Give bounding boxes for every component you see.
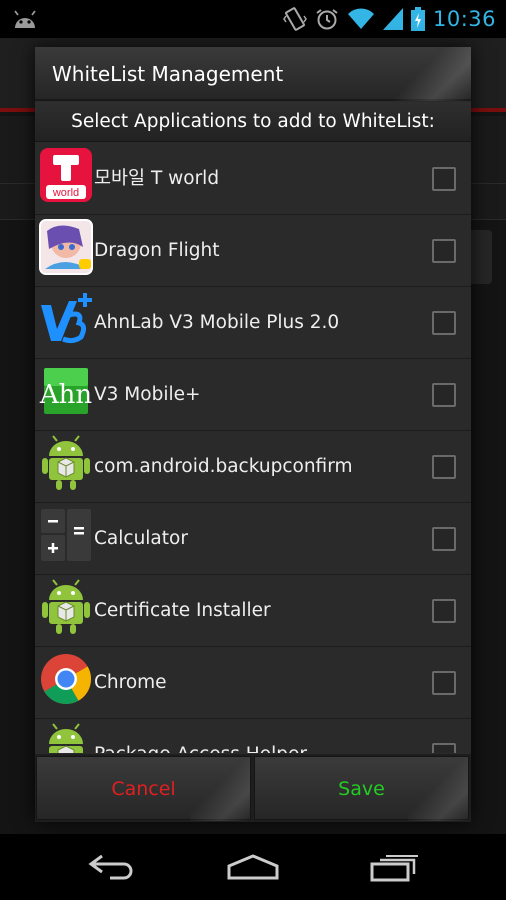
whitelist-checkbox[interactable] xyxy=(432,527,456,551)
android-icon xyxy=(14,10,36,28)
signal-icon xyxy=(382,8,403,30)
app-name: com.android.backupconfirm xyxy=(94,456,353,477)
whitelist-checkbox[interactable] xyxy=(432,311,456,335)
dragon-flight-icon xyxy=(39,219,93,275)
calculator-icon xyxy=(41,509,91,561)
dialog-subtitle: Select Applications to add to WhiteList: xyxy=(35,102,471,142)
list-item[interactable]: com.android.backupconfirm xyxy=(35,431,471,503)
navigation-bar xyxy=(0,834,506,900)
button-gloss xyxy=(408,757,468,821)
ahn-icon: Ahn xyxy=(39,368,92,414)
t-world-icon: world xyxy=(40,148,92,202)
whitelist-checkbox[interactable] xyxy=(432,383,456,407)
svg-text:Ahn: Ahn xyxy=(39,380,92,410)
app-name: Certificate Installer xyxy=(94,600,271,621)
list-item[interactable]: AhnLab V3 Mobile Plus 2.0 xyxy=(35,287,471,359)
save-button[interactable]: Save xyxy=(254,756,469,821)
whitelist-checkbox[interactable] xyxy=(432,743,456,753)
wifi-icon xyxy=(347,8,374,29)
whitelist-dialog: WhiteList Management Select Applications… xyxy=(35,47,471,822)
chrome-icon xyxy=(41,654,91,704)
status-bar: 10:36 xyxy=(0,0,506,38)
vibrate-icon xyxy=(283,7,307,31)
app-list[interactable]: world 모바일 T world Dragon Flight AhnLab V… xyxy=(35,143,471,753)
battery-charging-icon xyxy=(410,7,425,31)
android-package-icon xyxy=(42,435,90,490)
cancel-button-label: Cancel xyxy=(111,778,176,800)
list-item[interactable]: world 모바일 T world xyxy=(35,143,471,215)
back-icon[interactable] xyxy=(88,854,138,880)
cancel-button[interactable]: Cancel xyxy=(36,756,251,821)
title-gloss xyxy=(391,47,471,101)
save-button-label: Save xyxy=(338,778,385,800)
list-item[interactable]: Chrome xyxy=(35,647,471,719)
android-package-icon xyxy=(42,579,90,634)
dialog-title-bar: WhiteList Management xyxy=(35,47,471,101)
recent-apps-icon[interactable] xyxy=(370,854,420,882)
list-item[interactable]: Calculator xyxy=(35,503,471,575)
whitelist-checkbox[interactable] xyxy=(432,599,456,623)
button-gloss xyxy=(190,757,250,821)
app-name: AhnLab V3 Mobile Plus 2.0 xyxy=(94,312,340,333)
list-item[interactable]: Package Access Helper xyxy=(35,719,471,753)
whitelist-checkbox[interactable] xyxy=(432,167,456,191)
v3-plus-icon xyxy=(41,293,92,344)
status-clock: 10:36 xyxy=(432,7,496,31)
whitelist-checkbox[interactable] xyxy=(432,671,456,695)
app-name: Dragon Flight xyxy=(94,240,220,261)
app-name: Chrome xyxy=(94,672,167,693)
svg-text:world: world xyxy=(52,187,79,199)
list-item[interactable]: Ahn V3 Mobile+ xyxy=(35,359,471,431)
dialog-title: WhiteList Management xyxy=(52,62,284,86)
app-name: V3 Mobile+ xyxy=(94,384,201,405)
list-item[interactable]: Dragon Flight xyxy=(35,215,471,287)
app-name: 모바일 T world xyxy=(94,168,220,189)
dialog-button-bar: Cancel Save xyxy=(35,754,471,822)
app-name: Package Access Helper xyxy=(94,719,307,753)
android-package-icon xyxy=(49,723,83,753)
home-icon[interactable] xyxy=(226,854,280,880)
whitelist-checkbox[interactable] xyxy=(432,239,456,263)
whitelist-checkbox[interactable] xyxy=(432,455,456,479)
list-item[interactable]: Certificate Installer xyxy=(35,575,471,647)
app-name: Calculator xyxy=(94,528,188,549)
alarm-icon xyxy=(316,9,338,30)
